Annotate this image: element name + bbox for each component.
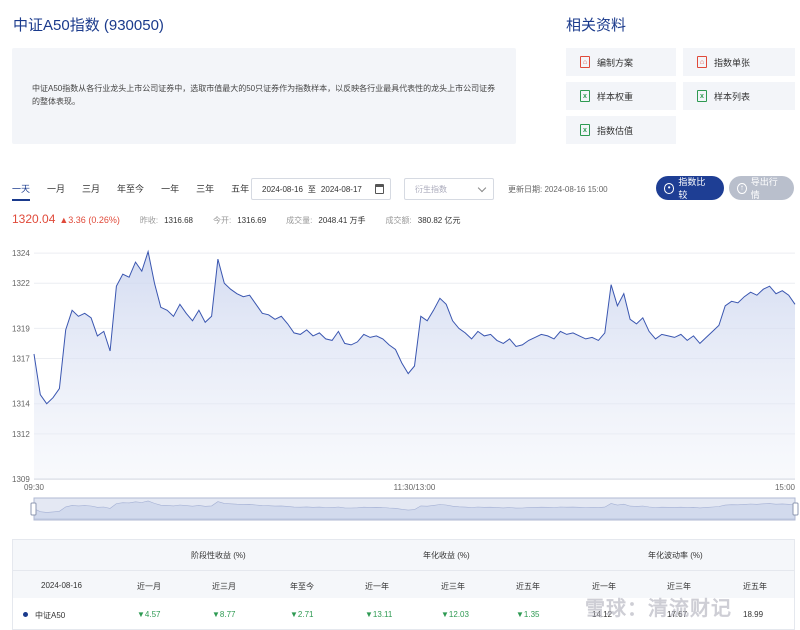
derived-index-select[interactable]: 衍生指数 [404,178,494,200]
doc-sample-weights[interactable]: x 样本权重 [566,82,676,110]
doc-index-sheet[interactable]: ⌂ 指数单张 [683,48,795,76]
excel-icon: x [697,90,707,102]
tab-3m[interactable]: 三月 [82,182,100,201]
col-header: 近一月 [137,582,161,591]
prev-close-value: 1316.68 [164,216,193,225]
row-cell: ▼8.77 [212,610,236,619]
series-dot [23,612,28,617]
compare-label: 指数比较 [678,177,706,200]
col-header: 近三年 [441,582,465,591]
y-tick-label: 1312 [12,430,30,439]
amount-value: 380.82 亿元 [417,216,461,225]
excel-icon: x [580,124,590,136]
navigator-handle-right [792,502,799,516]
date-from: 2024-08-16 [262,184,303,194]
x-tick-label: 09:30 [24,483,45,492]
prev-close-label: 昨收: [139,216,159,225]
x-tick-label: 15:00 [775,483,796,492]
tab-3y[interactable]: 三年 [196,182,214,201]
index-description: 中证A50指数从各行业龙头上市公司证券中，选取市值最大的50只证券作为指数样本，… [12,48,516,144]
row-cell: ▼12.03 [441,610,469,619]
calendar-icon [375,184,384,194]
update-time: 更新日期: 2024-08-16 15:00 [508,185,608,194]
navigator-selection [33,497,796,521]
doc-label: 指数单张 [714,57,751,68]
table-group-header: 阶段性收益 (%) 年化收益 (%) 年化波动率 (%) [13,540,794,570]
related-title: 相关资料 [566,17,627,34]
navigator-handle-left [30,502,37,516]
amount-label: 成交额: [385,216,412,225]
date-separator: 至 [307,184,316,194]
col-header: 近一年 [365,582,389,591]
row-cell: ▼2.71 [290,610,314,619]
derived-placeholder: 衍生指数 [415,184,447,194]
intraday-chart[interactable]: 130913121314131713191322132409:30 11:30/1… [0,232,800,527]
col-date: 2024-08-16 [41,581,82,590]
row-cell: ▼4.57 [137,610,161,619]
y-tick-label: 1319 [12,324,30,333]
group-header-stage: 阶段性收益 (%) [191,551,246,560]
row-cell: ▼13.11 [365,610,393,619]
volume-label: 成交量: [286,216,313,225]
row-cell: ▼1.35 [516,610,540,619]
quote-bar: 1320.04 ▲3.36 (0.26%) 昨收: 1316.68 今开: 13… [12,212,480,226]
pdf-icon: ⌂ [697,56,707,68]
col-header: 近一年 [592,582,616,591]
upload-icon: ↑ [737,182,747,194]
tab-5y[interactable]: 五年 [231,182,249,201]
tab-1m[interactable]: 一月 [47,182,65,201]
y-tick-label: 1324 [12,249,30,258]
index-change: ▲3.36 (0.26%) [59,215,120,225]
volume-value: 2048.41 万手 [318,216,366,225]
x-tick-label: 11:30/13:00 [394,483,436,492]
doc-label: 样本列表 [714,91,751,102]
col-header: 近五年 [516,582,540,591]
compare-icon: • [664,182,675,194]
chevron-down-icon [477,183,487,193]
tab-1d[interactable]: 一天 [12,182,31,201]
group-header-annual-vol: 年化波动率 (%) [648,551,703,560]
row-cell: 18.99 [743,610,764,619]
col-header: 近五年 [743,582,767,591]
pdf-icon: ⌂ [580,56,590,68]
export-label: 导出行情 [750,177,778,200]
excel-icon: x [580,90,590,102]
range-tabs: 一天 一月 三月 年至今 一年 三年 五年 [12,182,266,201]
doc-index-valuation[interactable]: x 指数估值 [566,116,676,144]
y-tick-label: 1314 [12,400,30,409]
export-button[interactable]: ↑ 导出行情 [729,176,794,200]
doc-label: 样本权重 [597,91,634,102]
doc-compilation-plan[interactable]: ⌂ 编制方案 [566,48,676,76]
row-name: 中证A50 [35,611,66,620]
y-tick-label: 1317 [12,355,30,364]
doc-sample-list[interactable]: x 样本列表 [683,82,795,110]
y-tick-label: 1322 [12,279,30,288]
col-header: 近三月 [212,582,236,591]
page-title: 中证A50指数 (930050) [13,17,164,34]
open-label: 今开: [213,216,232,225]
tab-1y[interactable]: 一年 [161,182,179,201]
tab-ytd[interactable]: 年至今 [117,182,144,201]
col-header: 年至今 [290,582,314,591]
doc-label: 指数估值 [597,125,634,136]
open-value: 1316.69 [237,216,267,225]
date-to: 2024-08-17 [320,184,362,194]
date-range-picker[interactable]: 2024-08-16 至 2024-08-17 [251,178,391,200]
watermark: 雪球：清流财记 [585,598,732,620]
doc-label: 编制方案 [597,57,634,68]
group-header-annual-return: 年化收益 (%) [423,551,470,560]
col-header: 近三年 [667,582,691,591]
compare-button[interactable]: • 指数比较 [656,176,724,200]
index-price: 1320.04 [12,212,56,226]
